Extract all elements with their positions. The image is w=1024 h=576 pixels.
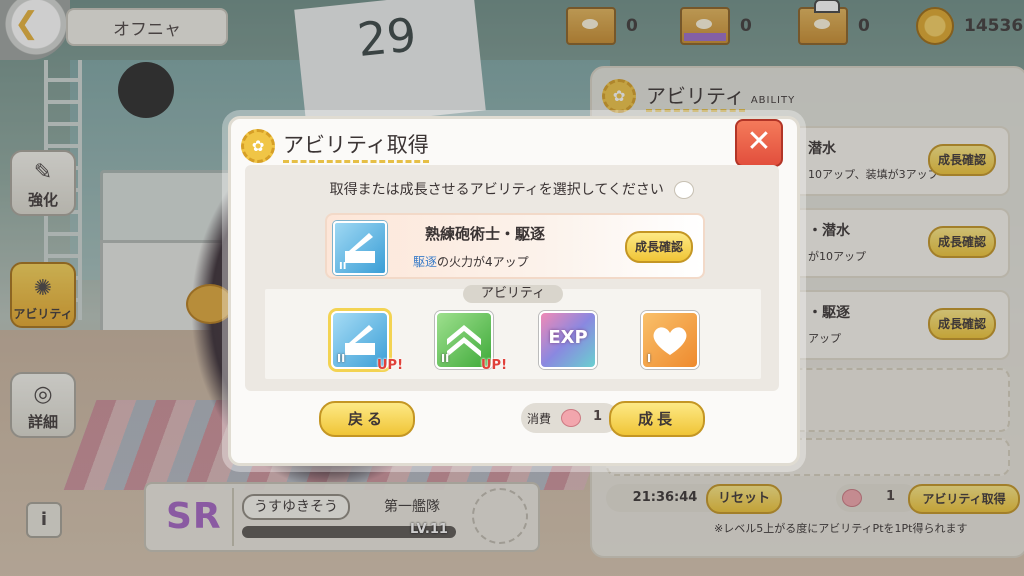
grow-button[interactable]: 成長 (609, 401, 705, 437)
up-badge: UP! (376, 358, 403, 373)
paw-icon (674, 181, 695, 199)
cost-display: 消費 1 (521, 403, 619, 433)
cost-value: 1 (593, 409, 603, 424)
ability-section-label: アビリティ (463, 285, 563, 303)
cannon-icon: II (333, 221, 387, 275)
close-button[interactable]: ✕ (735, 119, 783, 167)
heart-icon (653, 327, 687, 355)
selected-ability-name: 熟練砲術士・駆逐 (425, 225, 546, 243)
dialog-header: ✿ アビリティ取得 (241, 127, 429, 165)
ability-option-exp[interactable]: EXP (539, 311, 597, 369)
selected-ability-desc: 駆逐の火力が4アップ (413, 253, 529, 270)
ability-option-cannon[interactable]: II UP! (331, 311, 403, 373)
ability-option-rank-up[interactable]: II UP! (435, 311, 507, 373)
up-badge: UP! (480, 358, 507, 373)
ability-level: II (441, 352, 450, 365)
desc-rest: の火力が4アップ (437, 255, 529, 269)
cannon-graphic: II (339, 233, 375, 272)
svg-text:II: II (339, 261, 346, 272)
ability-choice-panel: アビリティ II UP! II UP! EXP I (265, 285, 761, 379)
dialog-body: 取得または成長させるアビリティを選択してください II 熟練砲術士・駆逐 駆逐の… (245, 165, 779, 391)
ability-option-heart[interactable]: I (641, 311, 699, 369)
desc-highlight: 駆逐 (413, 255, 438, 269)
ability-level: I (647, 352, 652, 365)
paw-gear-icon: ✿ (241, 129, 275, 163)
dialog-footer: 戻る 消費 1 成長 (231, 399, 797, 449)
paw-icon (561, 409, 581, 427)
exp-icon: EXP (548, 327, 588, 348)
ability-level: II (337, 352, 346, 365)
growth-confirm-button[interactable]: 成長確認 (625, 231, 693, 263)
cost-label: 消費 (527, 412, 552, 426)
dialog-title: アビリティ取得 (283, 129, 429, 163)
ability-acquire-dialog: ✿ アビリティ取得 ✕ 取得または成長させるアビリティを選択してください II … (228, 116, 800, 466)
back-button[interactable]: 戻る (319, 401, 415, 437)
instruction-text: 取得または成長させるアビリティを選択してください (329, 182, 664, 198)
dialog-instruction: 取得または成長させるアビリティを選択してください (245, 179, 779, 199)
selected-ability-card: II 熟練砲術士・駆逐 駆逐の火力が4アップ 成長確認 (325, 213, 705, 279)
